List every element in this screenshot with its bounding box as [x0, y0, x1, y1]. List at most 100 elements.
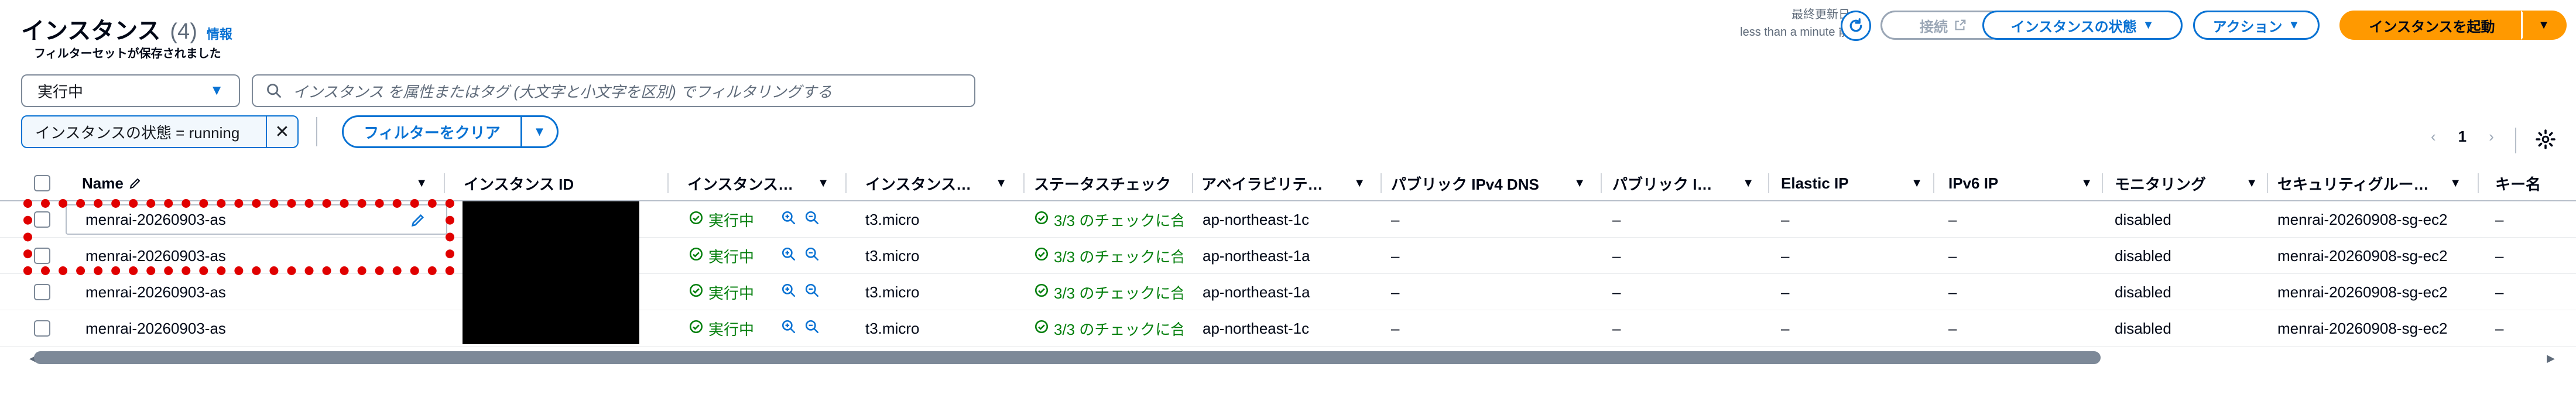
last-updated-label: 最終更新日: [1791, 8, 1850, 21]
column-header-monitoring[interactable]: モニタリング ▼: [2115, 165, 2269, 201]
check-circle-icon: [688, 210, 704, 229]
security-group[interactable]: menrai-20260908-sg-ec2: [2277, 310, 2474, 347]
state-zoom-controls: [781, 274, 834, 310]
caret-down-icon[interactable]: ▼: [520, 117, 557, 146]
key-name: –: [2495, 246, 2504, 265]
column-header-instance-id[interactable]: インスタンス ID: [464, 165, 669, 201]
horizontal-scrollbar[interactable]: [34, 351, 2101, 364]
column-divider: [845, 173, 847, 193]
sort-icon[interactable]: ▼: [2081, 177, 2092, 190]
column-divider: [2102, 173, 2103, 193]
sort-icon[interactable]: ▼: [1354, 177, 1365, 190]
saved-filter-label: フィルターセットが保存されました: [34, 47, 221, 60]
check-circle-icon: [1034, 210, 1049, 229]
sort-icon[interactable]: ▼: [1742, 177, 1754, 190]
availability-zone: ap-northeast-1c: [1203, 319, 1310, 337]
current-page[interactable]: 1: [2458, 128, 2467, 146]
sort-icon[interactable]: ▼: [1911, 177, 1923, 190]
status-check-text: 3/3 のチェックに合格しました: [1054, 284, 1183, 302]
table-row[interactable]: menrai-20260903-as 実行中 t3.micro 3/3 のチェックに合…: [0, 310, 2576, 347]
row-checkbox[interactable]: [34, 320, 50, 337]
column-header-availability-zone[interactable]: アベイラビリテ… ▼: [1201, 165, 1377, 201]
filter-token-label: インスタンスの状態 = running: [35, 124, 240, 142]
elastic-ip: –: [1781, 283, 1790, 301]
column-header-name[interactable]: Name ▼: [82, 165, 439, 201]
table-row[interactable]: menrai-20260903-as 実行中 t3.micro 3/3 のチェックに合…: [0, 274, 2576, 310]
external-link-icon: [1955, 19, 1966, 30]
key-name: –: [2495, 210, 2504, 228]
status-check-text: 3/3 のチェックに合格しました: [1054, 248, 1183, 266]
instance-state-text: 実行中: [708, 320, 755, 338]
status-check-text: 3/3 のチェックに合格しました: [1054, 211, 1183, 229]
sort-icon[interactable]: ▼: [1574, 177, 1585, 190]
saved-filter-select[interactable]: 実行中 ▼: [21, 74, 240, 107]
status-check[interactable]: 3/3 のチェックに合格しました: [1034, 201, 1183, 238]
close-icon[interactable]: ✕: [266, 116, 297, 147]
instance-name[interactable]: menrai-20260903-as: [85, 310, 366, 347]
zoom-out-icon[interactable]: [804, 283, 820, 302]
instance-name[interactable]: menrai-20260903-as: [85, 274, 366, 310]
security-group[interactable]: menrai-20260908-sg-ec2: [2277, 274, 2474, 310]
sort-icon[interactable]: ▼: [416, 177, 427, 190]
column-header-key-name[interactable]: キー名: [2495, 165, 2575, 201]
zoom-out-icon[interactable]: [804, 319, 820, 338]
column-header-security-group[interactable]: セキュリティグルー… ▼: [2277, 165, 2473, 201]
column-header-status-check[interactable]: ステータスチェック: [1034, 165, 1188, 201]
ipv6-ip: –: [1948, 246, 1957, 265]
row-checkbox[interactable]: [34, 284, 50, 300]
security-group[interactable]: menrai-20260908-sg-ec2: [2277, 201, 2474, 238]
monitoring: disabled: [2115, 283, 2171, 301]
last-updated-value: less than a minute 前: [1740, 26, 1850, 39]
column-header-elastic-ip[interactable]: Elastic IP ▼: [1781, 165, 1934, 201]
column-header-instance-type[interactable]: インスタンス… ▼: [865, 165, 1019, 201]
zoom-out-icon[interactable]: [804, 210, 820, 229]
highlight-box: [23, 199, 454, 275]
ipv6-ip: –: [1948, 283, 1957, 301]
column-header-instance-state[interactable]: インスタンス… ▼: [687, 165, 841, 201]
availability-zone: ap-northeast-1a: [1203, 283, 1310, 301]
state-zoom-controls: [781, 310, 834, 347]
security-group[interactable]: menrai-20260908-sg-ec2: [2277, 238, 2474, 274]
zoom-in-icon[interactable]: [781, 283, 796, 302]
prev-page-button[interactable]: ‹: [2431, 128, 2436, 146]
launch-instances-button[interactable]: インスタンスを起動: [2339, 11, 2524, 40]
monitoring: disabled: [2115, 319, 2171, 337]
sort-icon[interactable]: ▼: [817, 177, 829, 190]
select-all-checkbox[interactable]: [34, 175, 50, 191]
search-input[interactable]: インスタンス を属性またはタグ (大文字と小文字を区別) でフィルタリングする: [252, 74, 975, 107]
public-ipv4-dns: –: [1391, 210, 1400, 228]
scroll-right-arrow[interactable]: ▶: [2547, 352, 2555, 365]
next-page-button[interactable]: ›: [2489, 128, 2494, 146]
column-header-public-ipv4-dns[interactable]: パブリック IPv4 DNS ▼: [1391, 165, 1597, 201]
status-check[interactable]: 3/3 のチェックに合格しました: [1034, 238, 1183, 274]
column-divider: [1768, 173, 1769, 193]
check-circle-icon: [688, 283, 704, 302]
refresh-button[interactable]: [1841, 11, 1871, 41]
check-circle-icon: [1034, 283, 1049, 302]
caret-down-icon: ▼: [2288, 18, 2300, 32]
state-zoom-controls: [781, 201, 834, 238]
instance-state: 実行中: [688, 310, 770, 347]
info-link[interactable]: 情報: [207, 24, 232, 43]
clear-filters-button[interactable]: フィルターをクリア ▼: [342, 115, 559, 148]
settings-gear-icon[interactable]: [2535, 129, 2556, 150]
zoom-in-icon[interactable]: [781, 246, 796, 266]
sort-icon[interactable]: ▼: [995, 177, 1007, 190]
status-check[interactable]: 3/3 のチェックに合格しました: [1034, 310, 1183, 347]
launch-options-dropdown[interactable]: ▼: [2521, 11, 2567, 40]
sort-icon[interactable]: ▼: [2450, 177, 2461, 190]
public-ipv4-dns: –: [1391, 246, 1400, 265]
sort-icon[interactable]: ▼: [2246, 177, 2258, 190]
column-divider: [444, 173, 445, 193]
actions-dropdown[interactable]: アクション ▼: [2193, 11, 2320, 40]
launch-label: インスタンスを起動: [2369, 19, 2495, 35]
column-header-public-ip[interactable]: パブリック I… ▼: [1612, 165, 1766, 201]
column-header-ipv6-ip[interactable]: IPv6 IP ▼: [1948, 165, 2104, 201]
page-title: インスタンス: [21, 18, 161, 44]
column-divider: [1023, 173, 1025, 193]
zoom-in-icon[interactable]: [781, 319, 796, 338]
zoom-in-icon[interactable]: [781, 210, 796, 229]
instance-state-dropdown[interactable]: インスタンスの状態 ▼: [1982, 11, 2183, 40]
zoom-out-icon[interactable]: [804, 246, 820, 266]
status-check[interactable]: 3/3 のチェックに合格しました: [1034, 274, 1183, 310]
